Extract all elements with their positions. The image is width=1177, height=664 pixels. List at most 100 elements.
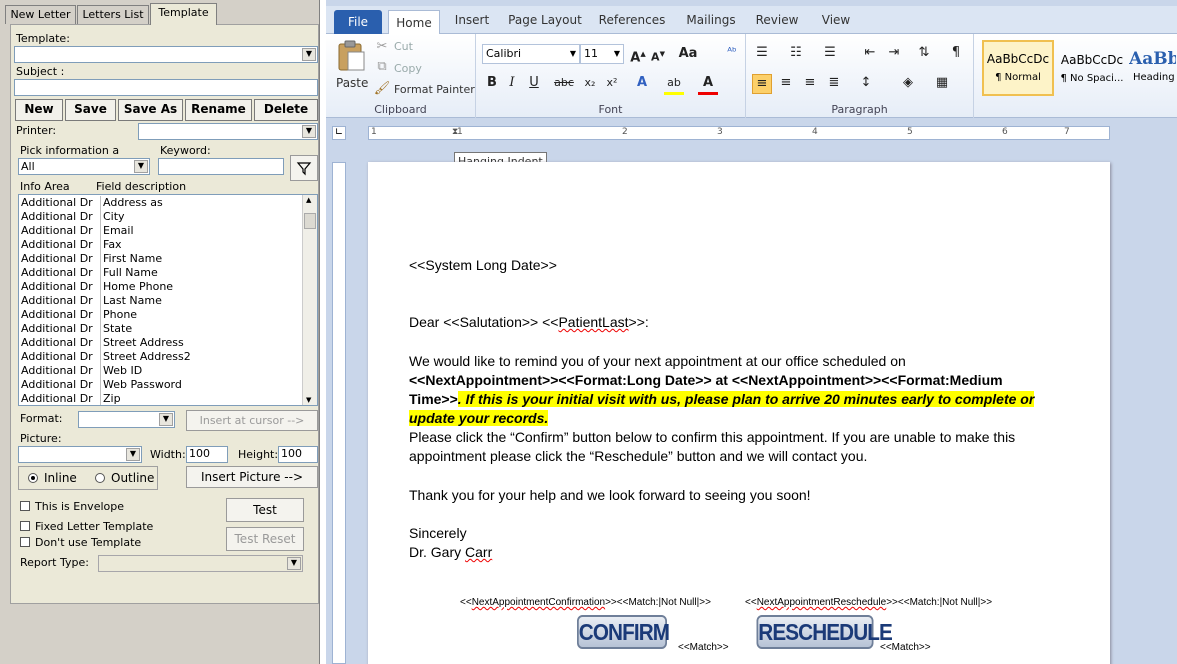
strikethrough-icon[interactable]: abc (554, 74, 574, 92)
list-item[interactable]: Additional Dr First Name (19, 252, 303, 266)
height-input[interactable]: 100 (278, 446, 318, 463)
superscript-icon[interactable]: x² (602, 74, 622, 92)
tab-review[interactable]: Review (752, 6, 802, 34)
cut-button[interactable]: Cut (394, 40, 413, 53)
numbering-icon[interactable]: ☷ (786, 44, 806, 62)
envelope-checkbox[interactable] (20, 501, 30, 511)
keyword-input[interactable] (158, 158, 284, 175)
font-size-combo[interactable]: 11 ▼ (580, 44, 624, 64)
tab-view[interactable]: View (812, 6, 860, 34)
document-page[interactable]: <<System Long Date>> Dear <<Salutation>>… (368, 162, 1110, 664)
subscript-icon[interactable]: x₂ (580, 74, 600, 92)
list-item[interactable]: Additional Dr Street Address (19, 336, 303, 350)
paste-button[interactable]: Paste (334, 38, 368, 96)
list-item[interactable]: Additional Dr Full Name (19, 266, 303, 280)
list-item[interactable]: Additional Dr Home Phone (19, 280, 303, 294)
save-as-button[interactable]: Save As (118, 99, 183, 121)
tab-file[interactable]: File (334, 10, 382, 34)
tab-mailings[interactable]: Mailings (680, 6, 742, 34)
picture-dropdown[interactable]: ▼ (18, 446, 142, 463)
increase-indent-icon[interactable]: ⇥ (884, 44, 904, 62)
copy-icon[interactable]: ⧉ (372, 58, 392, 76)
scroll-thumb[interactable] (304, 213, 316, 229)
list-item[interactable]: Additional Dr Web Password (19, 378, 303, 392)
subject-input[interactable] (14, 79, 318, 96)
insert-at-cursor-button[interactable]: Insert at cursor --> (186, 410, 318, 431)
decrease-indent-icon[interactable]: ⇤ (860, 44, 880, 62)
template-dropdown[interactable]: ▼ (14, 46, 318, 63)
font-name-combo[interactable]: Calibri ▼ (482, 44, 580, 64)
list-item[interactable]: Additional Dr Street Address2 (19, 350, 303, 364)
format-painter-button[interactable]: Format Painter (394, 83, 475, 96)
sort-icon[interactable]: ⇅ (914, 44, 934, 62)
dont-use-template-checkbox[interactable] (20, 537, 30, 547)
list-item[interactable]: Additional Dr Phone (19, 308, 303, 322)
test-button[interactable]: Test (226, 498, 304, 522)
indent-marker-icon[interactable]: ⧗ (452, 127, 458, 137)
list-item[interactable]: Additional Dr Email (19, 224, 303, 238)
shading-icon[interactable]: ◈ (898, 74, 918, 92)
save-button[interactable]: Save (65, 99, 116, 121)
copy-button[interactable]: Copy (394, 62, 422, 75)
scroll-up-icon[interactable]: ▲ (306, 196, 311, 204)
tab-references[interactable]: References (594, 6, 670, 34)
bullets-icon[interactable]: ☰ (752, 44, 772, 62)
list-item[interactable]: Additional Dr State (19, 322, 303, 336)
test-reset-button[interactable]: Test Reset (226, 527, 304, 551)
format-painter-icon[interactable]: 🖌 (372, 80, 392, 98)
report-type-dropdown[interactable]: ▼ (98, 555, 303, 572)
outline-radio[interactable] (95, 473, 105, 483)
font-color-icon[interactable]: A (698, 74, 718, 95)
reschedule-button[interactable]: RESCHEDULE (756, 615, 893, 649)
tab-template[interactable]: Template (150, 3, 217, 25)
multilevel-list-icon[interactable]: ☰ (820, 44, 840, 62)
list-scrollbar[interactable]: ▲ ▼ (302, 195, 317, 405)
align-right-icon[interactable]: ≡ (800, 74, 820, 92)
change-case-icon[interactable]: Aa (678, 45, 698, 63)
list-item[interactable]: Additional Dr Address as (19, 196, 303, 210)
fixed-template-checkbox[interactable] (20, 521, 30, 531)
text-effects-icon[interactable]: A (632, 74, 652, 92)
delete-button[interactable]: Delete (254, 99, 318, 121)
field-list[interactable]: Additional Dr Address as Additional Dr City… (18, 194, 318, 406)
style-normal[interactable]: AaBbCcDc ¶ Normal (982, 40, 1054, 96)
confirm-button[interactable]: CONFIRM (577, 615, 670, 649)
align-left-icon[interactable]: ≡ (752, 74, 772, 94)
rename-button[interactable]: Rename (185, 99, 252, 121)
shrink-font-icon[interactable]: A▼ (648, 45, 668, 67)
show-formatting-icon[interactable]: ¶ (946, 44, 966, 62)
italic-icon[interactable]: I (502, 74, 522, 92)
line-spacing-icon[interactable]: ↕ (856, 74, 876, 92)
grow-font-icon[interactable]: A▲ (628, 45, 648, 67)
list-item[interactable]: Additional Dr City (19, 210, 303, 224)
list-item[interactable]: Additional Dr Last Name (19, 294, 303, 308)
filter-button[interactable] (290, 155, 318, 181)
justify-icon[interactable]: ≣ (824, 74, 844, 92)
format-dropdown[interactable]: ▼ (78, 411, 175, 428)
inline-radio[interactable] (28, 473, 38, 483)
style-heading[interactable]: AaBb Heading (1128, 40, 1177, 96)
tab-insert[interactable]: Insert (448, 6, 496, 34)
underline-icon[interactable]: U (524, 74, 544, 92)
scroll-down-icon[interactable]: ▼ (306, 396, 311, 404)
borders-icon[interactable]: ▦ (932, 74, 952, 92)
style-no-spacing[interactable]: AaBbCcDc ¶ No Spaci... (1056, 40, 1128, 96)
tab-letters-list[interactable]: Letters List (77, 5, 149, 24)
list-item[interactable]: Additional Dr Web ID (19, 364, 303, 378)
new-button[interactable]: New (15, 99, 63, 121)
clear-formatting-icon[interactable]: ᴬᵇ (722, 43, 742, 61)
list-item[interactable]: Additional Dr Fax (19, 238, 303, 252)
printer-dropdown[interactable]: ▼ (138, 123, 318, 140)
tab-selector-icon[interactable]: ∟ (332, 126, 346, 140)
insert-picture-button[interactable]: Insert Picture --> (186, 466, 318, 488)
scissors-icon[interactable]: ✂ (372, 38, 392, 56)
bold-icon[interactable]: B (482, 74, 502, 92)
tab-home[interactable]: Home (388, 10, 440, 35)
horizontal-ruler[interactable]: 11234567 ⧗ (368, 126, 1110, 140)
pick-information-dropdown[interactable]: All ▼ (18, 158, 150, 175)
highlight-icon[interactable]: ab (664, 74, 684, 95)
tab-new-letter[interactable]: New Letter (5, 5, 76, 24)
align-center-icon[interactable]: ≡ (776, 74, 796, 92)
width-input[interactable]: 100 (186, 446, 228, 463)
list-item[interactable]: Additional Dr Zip (19, 392, 303, 405)
